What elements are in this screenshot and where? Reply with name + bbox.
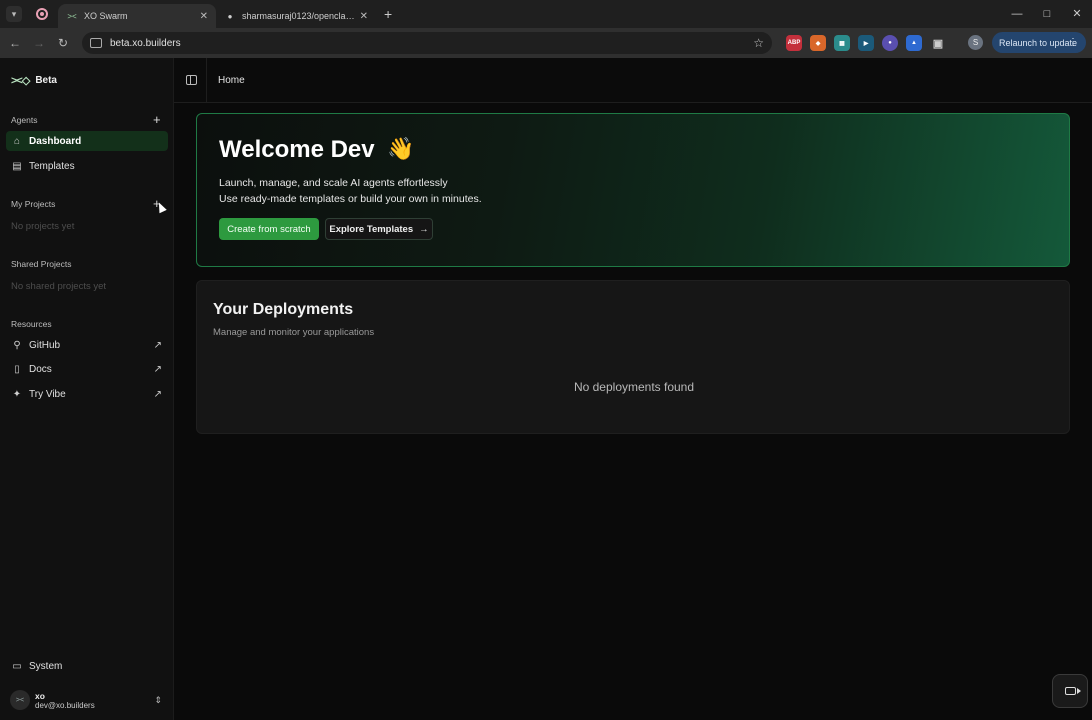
shield-extension-icon[interactable]: ▲: [906, 35, 922, 51]
reload-icon[interactable]: ↻: [51, 36, 75, 50]
top-bar: Home: [174, 58, 1092, 103]
browser-tab-bar: ▾ >< XO Swarm ✕ ● sharmasuraj0123/opencl…: [0, 0, 1092, 28]
tab-search-button[interactable]: ▾: [6, 6, 22, 22]
sidebar-item-label: Docs: [29, 363, 52, 375]
sidebar: ><◇ Beta Agents + ⌂ Dashboard ▤ Template…: [0, 58, 174, 720]
deployments-card: Your Deployments Manage and monitor your…: [196, 280, 1070, 434]
brand-name: Beta: [35, 75, 57, 86]
user-name: xo: [35, 690, 45, 701]
sidebar-item-label: GitHub: [29, 339, 61, 351]
deployments-description: Manage and monitor your applications: [213, 327, 375, 338]
waving-hand-icon: 👋: [387, 136, 415, 161]
sidebar-item-github[interactable]: ⚲ GitHub ↗: [6, 335, 168, 355]
bookmark-star-icon[interactable]: ☆: [753, 36, 764, 50]
minimize-icon[interactable]: —: [1002, 0, 1032, 28]
add-agent-button[interactable]: +: [153, 113, 161, 126]
sidebar-item-label: System: [29, 660, 63, 672]
shared-projects-section-label: Shared Projects: [11, 259, 72, 269]
puzzle-extensions-icon[interactable]: ▣: [930, 35, 946, 51]
recording-icon: [36, 8, 48, 20]
browser-toolbar: ← → ↻ beta.xo.builders ☆ ABP ◆ ▦ ▶ ● ▲ ▣: [0, 28, 1092, 58]
fox-extension-icon[interactable]: ◆: [810, 35, 826, 51]
relaunch-label: Relaunch to update: [999, 37, 1078, 48]
no-deployments-text: No deployments found: [573, 380, 695, 394]
breadcrumb[interactable]: Home: [218, 75, 245, 86]
adblock-extension-icon[interactable]: ABP: [786, 35, 802, 51]
maximize-icon[interactable]: □: [1032, 0, 1062, 28]
welcome-banner: Welcome Dev 👋 Launch, manage, and scale …: [196, 113, 1070, 267]
profile-avatar[interactable]: S: [968, 35, 983, 50]
play-extension-icon[interactable]: ▶: [858, 35, 874, 51]
sidebar-item-try-vibe[interactable]: ✦ Try Vibe ↗: [6, 384, 168, 404]
welcome-tagline: Launch, manage, and scale AI agents effo…: [219, 177, 448, 189]
avatar: ><: [10, 690, 30, 710]
sidebar-item-templates[interactable]: ▤ Templates: [6, 156, 168, 176]
page-title: Welcome Dev: [219, 136, 375, 163]
url-text[interactable]: beta.xo.builders: [110, 38, 753, 49]
sidebar-item-label: Dashboard: [29, 135, 82, 147]
deployments-title: Your Deployments: [213, 301, 354, 318]
video-camera-icon: [1064, 687, 1081, 695]
xo-logo-icon: ><◇: [11, 75, 30, 87]
external-link-icon: ↗: [153, 339, 162, 351]
sparkle-icon: ✦: [12, 388, 22, 400]
document-icon: ▤: [12, 160, 22, 172]
tab-title: sharmasuraj0123/openclaw-sta: [242, 11, 356, 21]
github-icon: ●: [227, 11, 233, 21]
site-info-icon[interactable]: [90, 38, 102, 48]
external-link-icon: ↗: [153, 363, 162, 375]
home-icon: ⌂: [13, 135, 21, 147]
no-projects-text: No projects yet: [11, 221, 75, 232]
sidebar-item-docs[interactable]: ▯ Docs ↗: [6, 359, 168, 379]
sidebar-item-dashboard[interactable]: ⌂ Dashboard: [6, 131, 168, 151]
no-shared-projects-text: No shared projects yet: [11, 281, 107, 292]
close-tab-icon[interactable]: ✕: [360, 11, 368, 22]
brand[interactable]: ><◇ Beta: [11, 74, 57, 87]
browser-tab-github[interactable]: ● sharmasuraj0123/openclaw-sta ✕: [216, 4, 376, 28]
sidebar-item-label: Templates: [29, 160, 75, 172]
browser-tab-active[interactable]: >< XO Swarm ✕: [58, 4, 216, 28]
chevron-up-down-icon: ⇕: [154, 694, 162, 705]
forward-icon[interactable]: →: [27, 36, 51, 50]
create-from-scratch-button[interactable]: Create from scratch: [219, 218, 319, 240]
circle-extension-icon[interactable]: ●: [882, 35, 898, 51]
grid-extension-icon[interactable]: ▦: [834, 35, 850, 51]
xo-logo-icon: ><: [67, 11, 77, 21]
explore-templates-label: Explore Templates: [329, 223, 414, 235]
user-info: xo dev@xo.builders: [35, 691, 95, 710]
github-icon: ⚲: [13, 339, 21, 351]
sidebar-item-system[interactable]: ▭ System: [6, 656, 168, 676]
close-tab-icon[interactable]: ✕: [200, 11, 208, 22]
window-controls: — □ ✕: [1002, 0, 1092, 28]
user-menu[interactable]: >< xo dev@xo.builders ⇕: [10, 688, 170, 712]
sidebar-item-label: Try Vibe: [29, 388, 66, 400]
new-tab-button[interactable]: +: [384, 6, 392, 22]
external-link-icon: ↗: [153, 388, 162, 400]
monitor-icon: ▭: [12, 660, 22, 672]
explore-templates-button[interactable]: Explore Templates →: [325, 218, 433, 240]
extensions-bar: ABP ◆ ▦ ▶ ● ▲ ▣: [786, 35, 946, 51]
resources-section-label: Resources: [11, 319, 52, 329]
my-projects-section-label: My Projects: [11, 199, 56, 209]
divider: [206, 58, 207, 103]
arrow-right-icon: →: [419, 223, 429, 235]
tab-title: XO Swarm: [84, 11, 128, 21]
address-bar[interactable]: beta.xo.builders ☆: [82, 32, 772, 54]
camera-record-button[interactable]: [1052, 674, 1088, 708]
sidebar-toggle-icon[interactable]: [186, 75, 197, 85]
user-email: dev@xo.builders: [35, 700, 95, 710]
more-menu-icon[interactable]: ⋮: [1068, 37, 1078, 48]
relaunch-button[interactable]: Relaunch to update ⋮: [992, 32, 1086, 53]
agents-section-label: Agents: [11, 115, 38, 125]
close-window-icon[interactable]: ✕: [1062, 0, 1092, 28]
back-icon[interactable]: ←: [3, 36, 27, 50]
welcome-subtext: Use ready-made templates or build your o…: [219, 193, 482, 205]
book-icon: ▯: [14, 363, 20, 375]
